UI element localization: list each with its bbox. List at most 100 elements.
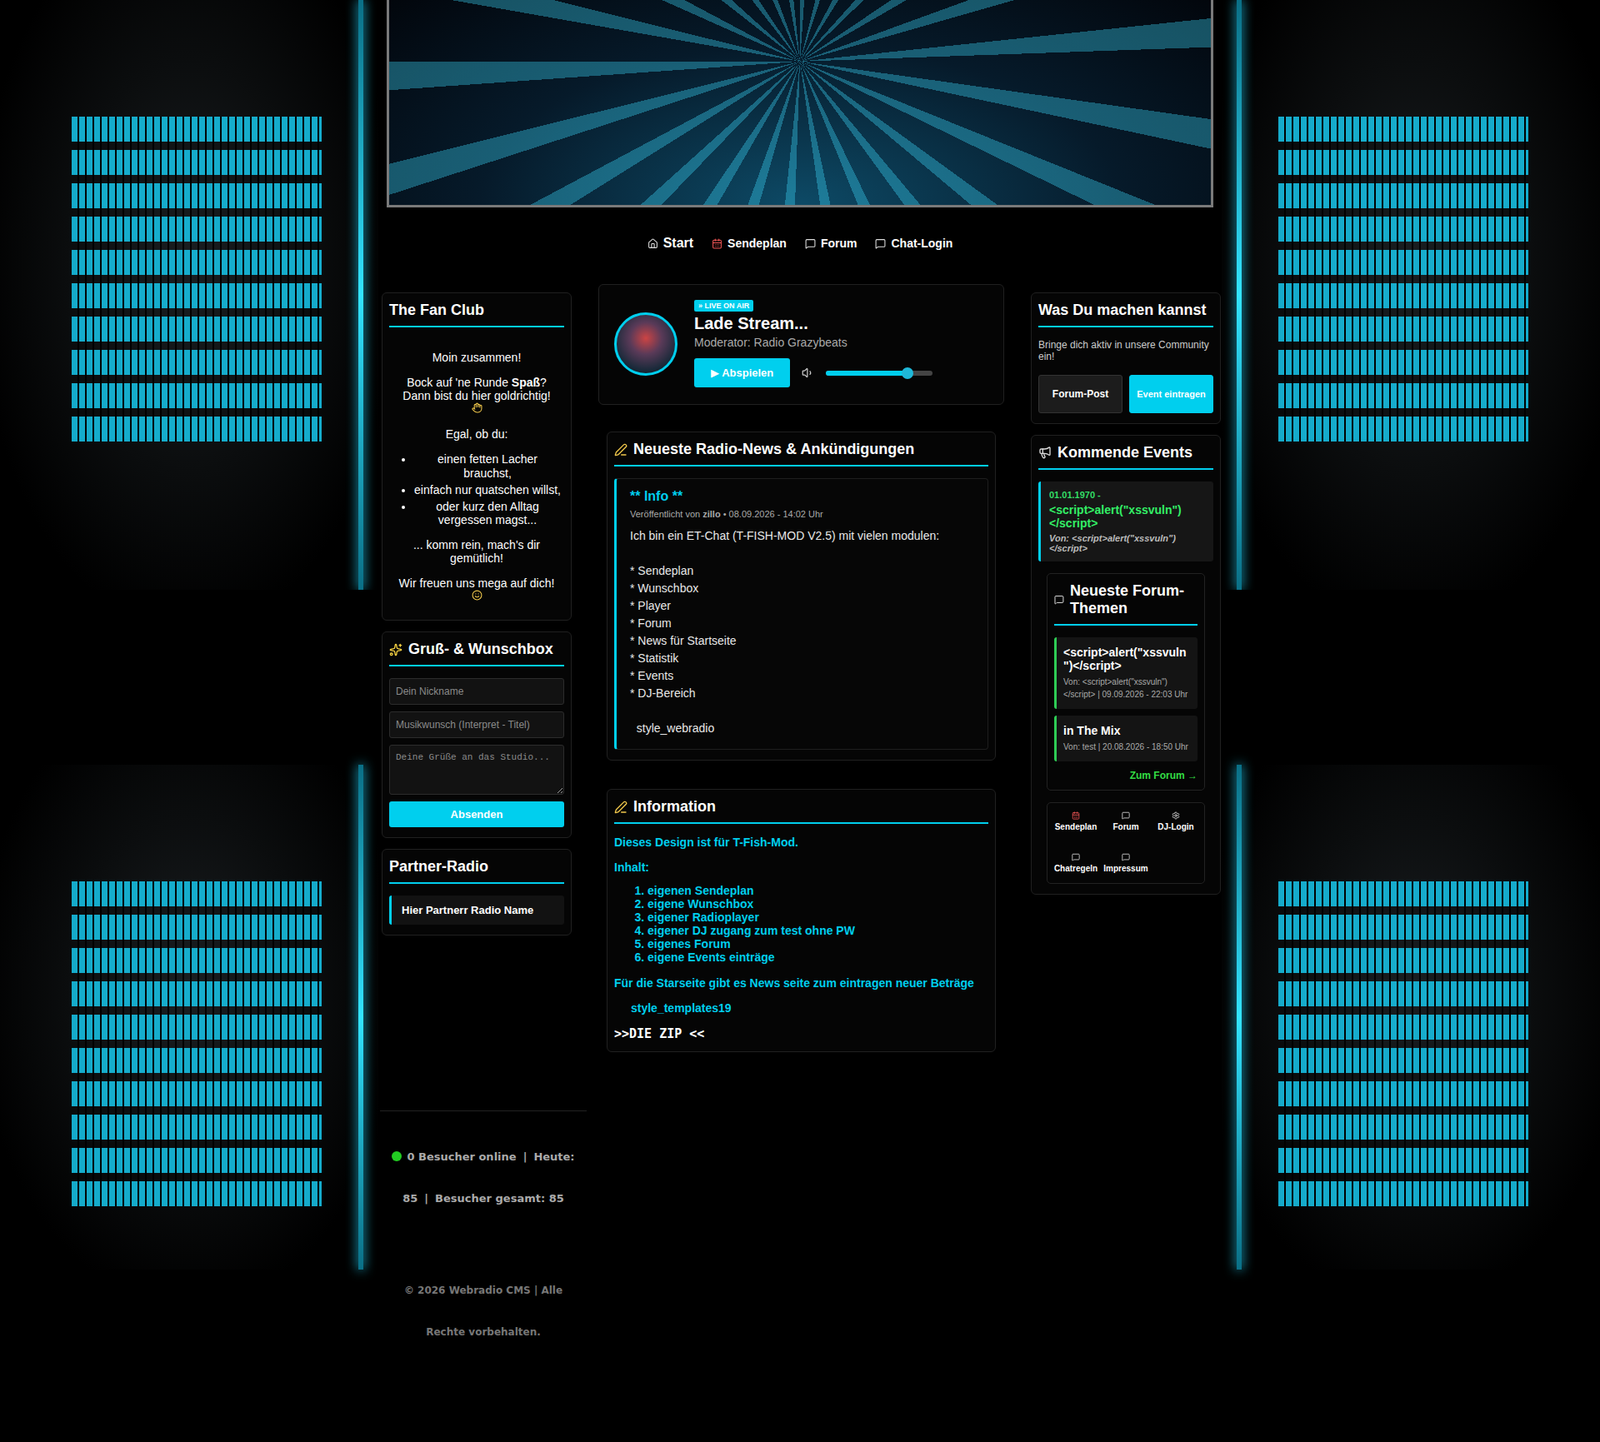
fan-list-item: einfach nur quatschen willst,	[414, 483, 561, 497]
fan-list-item: einen fetten Lacher brauchst,	[414, 452, 561, 480]
pen-icon	[614, 443, 628, 457]
news-card: Neueste Radio-News & Ankündigungen ** Inf…	[606, 431, 996, 761]
decoration-tile	[1221, 765, 1600, 1270]
text-input[interactable]	[389, 678, 565, 705]
quick-links: SendeplanForumDJ-Login ChatregelnImpressu…	[1046, 802, 1205, 885]
event-title: <script>alert("xssvuln")</script>	[1049, 503, 1205, 530]
volume-slider[interactable]	[825, 370, 933, 376]
nav-item[interactable]: Chat-Login	[875, 236, 953, 250]
forum-topic[interactable]: in The Mix Von: test | 20.08.2026 - 18:50…	[1054, 715, 1198, 762]
post-line: * Wunschbox	[630, 580, 975, 598]
greeting: Moin zusammen!	[392, 350, 561, 365]
forum-link[interactable]: Zum Forum →	[1054, 770, 1198, 782]
player-controls: ▶ Abspielen	[694, 358, 933, 388]
megaphone-icon	[1038, 445, 1052, 460]
quick-link[interactable]: DJ-Login	[1150, 811, 1201, 832]
volume-thumb[interactable]	[901, 367, 914, 380]
quick-link[interactable]: Forum	[1100, 811, 1151, 832]
fan-club-text: Moin zusammen! Bock auf 'ne Runde Spaß? D…	[389, 339, 565, 610]
main: StartSendeplanForumChat-LoginThe Fan Clu…	[378, 0, 1222, 1442]
quick-link[interactable]: Chatregeln	[1050, 853, 1101, 874]
glow-line	[358, 0, 364, 590]
pen-icon	[614, 800, 628, 815]
moderator: Moderator: Radio Grazybeats	[694, 335, 848, 350]
left-column: The Fan Club Moin zusammen! Bock auf 'ne R…	[381, 292, 572, 936]
quick-link[interactable]: Impressum	[1100, 853, 1151, 874]
post-title: ** Info **	[630, 489, 975, 505]
post-meta: Veröffentlicht von zillo • 08.09.2026 - …	[630, 509, 975, 520]
online-dot	[391, 1151, 402, 1162]
house-icon	[647, 238, 659, 250]
template-name: style_templates19	[614, 1001, 989, 1015]
actions-text: Bringe dich aktiv in unsere Community ei…	[1038, 339, 1214, 364]
card-title: Was Du machen kannst	[1038, 301, 1214, 328]
info-list-item: eigenes Forum	[647, 937, 989, 951]
post-line: * Player	[630, 597, 975, 615]
closing: ... komm rein, mach's dir gemütlich!	[392, 538, 561, 565]
info-list-item: eigenen Sendeplan	[647, 884, 989, 898]
equalizer-bars	[1278, 116, 1529, 442]
topic-title: in The Mix	[1063, 724, 1191, 738]
card-title: Kommende Events	[1038, 444, 1214, 470]
equalizer-bars	[1278, 881, 1529, 1207]
chat-icon	[1071, 853, 1080, 862]
volume-fill	[825, 370, 907, 376]
partner-link[interactable]: Hier Partnerr Radio Name	[389, 895, 565, 925]
greeting-textarea[interactable]	[389, 745, 565, 795]
quick-link[interactable]: Sendeplan	[1050, 811, 1101, 832]
nav-item[interactable]: Forum	[805, 236, 858, 250]
post-line: * Events	[630, 667, 975, 685]
live-badge: » LIVE ON AIR	[694, 300, 754, 312]
card-title: The Fan Club	[389, 301, 565, 328]
action-button[interactable]: Forum-Post	[1038, 375, 1123, 414]
chat-icon	[875, 238, 886, 250]
speaker-icon	[801, 366, 815, 380]
nav-item[interactable]: Sendeplan	[711, 236, 787, 250]
info-list-title: Inhalt:	[614, 860, 989, 875]
info-intro: Dieses Design ist für T-Fish-Mod.	[614, 835, 989, 850]
info-list-item: eigener Radioplayer	[647, 910, 989, 925]
fan-list: einen fetten Lacher brauchst, einfach nur…	[392, 452, 561, 526]
list-title: Egal, ob du:	[392, 427, 561, 441]
nav-item[interactable]: Start	[647, 235, 694, 251]
stat: Besucher gesamt: 85	[435, 1192, 565, 1205]
post-line: * Statistik	[630, 650, 975, 668]
post-line: * DJ-Bereich	[630, 685, 975, 703]
event-item[interactable]: 01.01.1970 -<script>alert("xssvuln")</sc…	[1038, 481, 1214, 562]
columns: The Fan Club Moin zusammen! Bock auf 'ne R…	[380, 284, 1220, 1053]
play-button[interactable]: ▶ Abspielen	[694, 358, 790, 388]
decoration-body	[1256, 0, 1600, 590]
card-title: Neueste Forum-Themen	[1054, 582, 1198, 626]
decoration-gap	[0, 590, 379, 765]
fan-list-item: oder kurz den Alltag vergessen magst...	[414, 500, 561, 527]
info-list-item: eigene Events einträge	[647, 950, 989, 965]
nav-label: Chat-Login	[890, 236, 953, 250]
action-button[interactable]: Event eintragen	[1129, 375, 1214, 414]
post-line: * News für Startseite	[630, 632, 975, 650]
text-input[interactable]	[389, 711, 565, 739]
post-line: * Sendeplan	[630, 562, 975, 580]
decoration-tile	[0, 765, 379, 1270]
intro: Bock auf 'ne Runde Spaß? Dann bist du hi…	[392, 375, 561, 416]
player-card: » LIVE ON AIRLade Stream...Moderator: Ra…	[598, 284, 1005, 405]
decoration-body	[0, 765, 344, 1270]
submit-button[interactable]: Absenden	[389, 801, 565, 828]
card-title: Partner-Radio	[389, 858, 565, 885]
actions-buttons: Forum-PostEvent eintragen	[1038, 375, 1214, 414]
chat-icon	[1121, 811, 1130, 820]
sparkle-icon	[389, 643, 403, 657]
forum-topic[interactable]: <script>alert("xssvuln")</script>Von: <s…	[1054, 637, 1198, 710]
left-decoration	[0, 0, 379, 1442]
info-card: InformationDieses Design ist für T-Fish-…	[606, 789, 996, 1053]
zip-link[interactable]: >>DIE ZIP <<	[614, 1026, 989, 1042]
topic-meta: Von: test | 20.08.2026 - 18:50 Uhr	[1063, 740, 1191, 754]
clap-icon	[471, 402, 483, 414]
equalizer-bars	[71, 881, 322, 1207]
wish-form: Absenden	[389, 678, 565, 828]
nav-label: Sendeplan	[727, 236, 787, 250]
wishbox-card: Gruß- & WunschboxAbsenden	[381, 631, 572, 839]
partner-card: Partner-Radio Hier Partnerr Radio Name	[381, 849, 572, 936]
chat-icon	[1054, 593, 1065, 607]
post-line	[630, 545, 975, 563]
card-title: Neueste Radio-News & Ankündigungen	[614, 440, 989, 467]
